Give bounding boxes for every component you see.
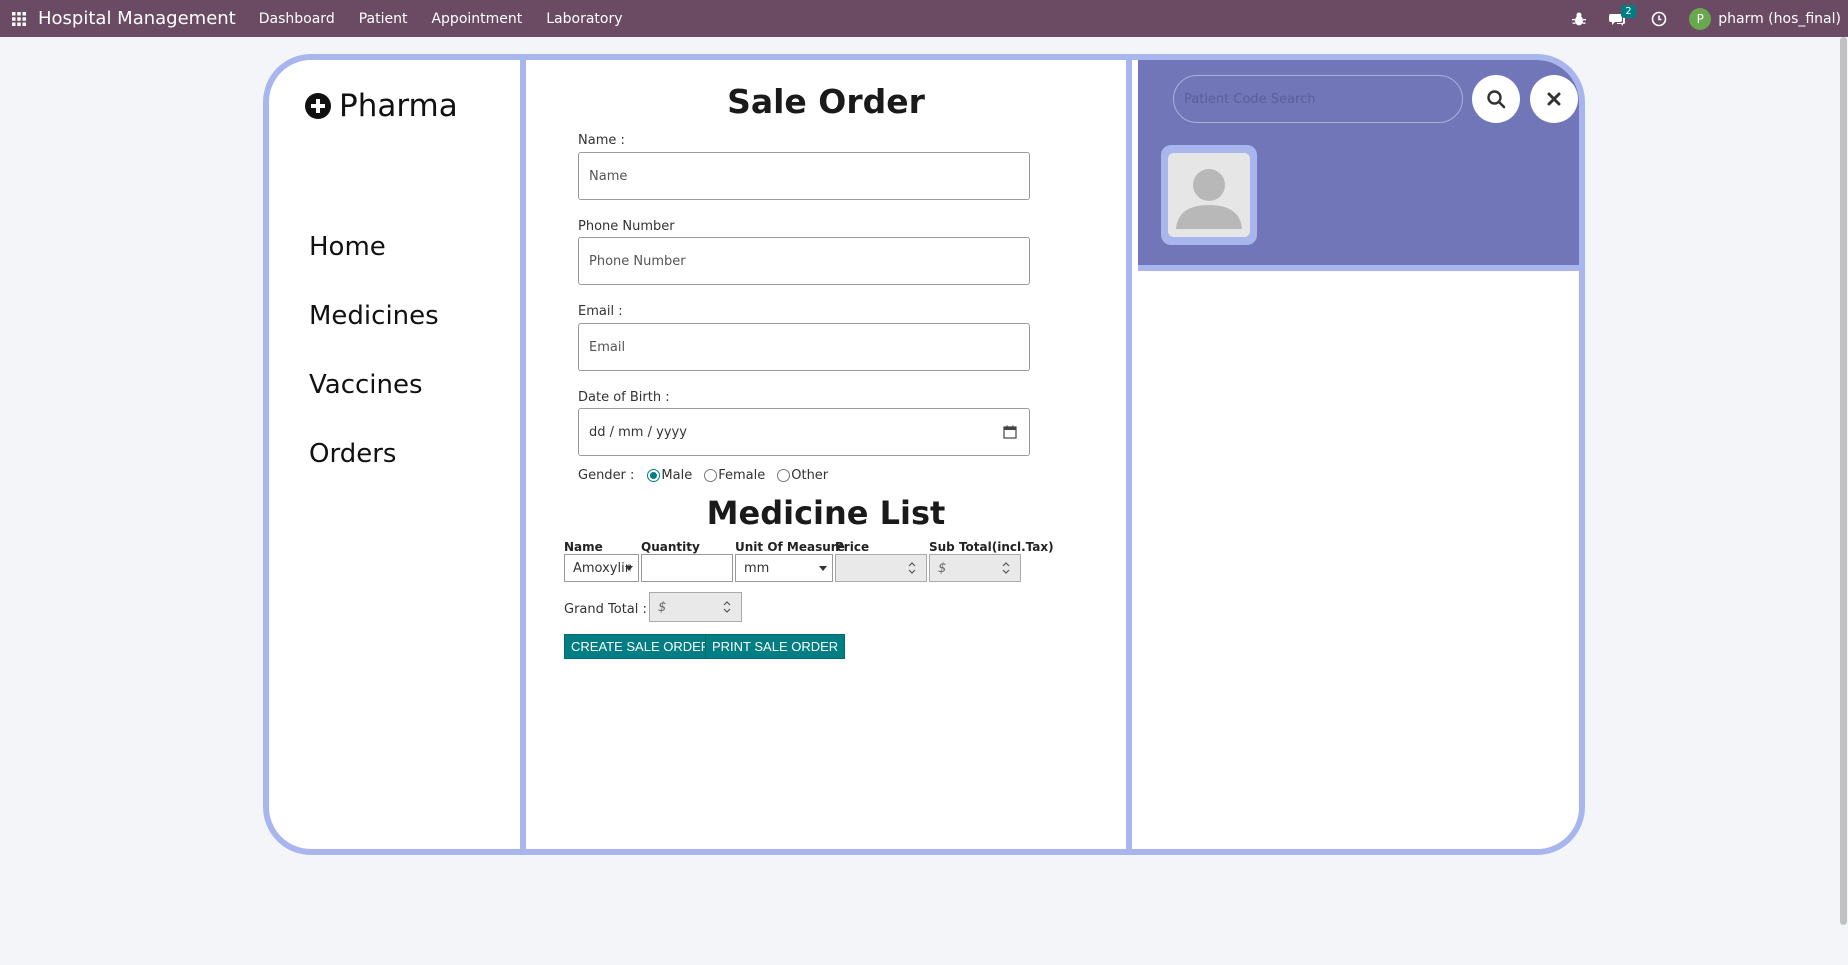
- phone-field[interactable]: Phone Number: [578, 237, 1030, 285]
- sidebar-item-home[interactable]: Home: [309, 232, 439, 263]
- clock-icon[interactable]: [1651, 11, 1667, 27]
- apps-grid-icon[interactable]: [0, 0, 37, 37]
- spinner-icon: [723, 601, 731, 613]
- sale-order-form: Sale Order Name : Name Phone Number Phon…: [526, 60, 1132, 849]
- patient-search-area: Patient Code Search: [1138, 60, 1579, 271]
- gender-option-male[interactable]: Male: [647, 468, 692, 483]
- col-name: Name: [564, 540, 603, 554]
- gender-row: Gender : Male Female Other: [578, 468, 840, 483]
- uom-value: mm: [744, 560, 770, 576]
- other-label: Other: [791, 468, 829, 483]
- uom-select[interactable]: mm: [735, 554, 833, 582]
- female-label: Female: [718, 468, 766, 483]
- app-brand[interactable]: Hospital Management: [38, 8, 236, 29]
- menu-patient[interactable]: Patient: [359, 11, 408, 27]
- col-subtotal: Sub Total(incl.Tax): [929, 540, 1054, 554]
- patient-panel: Patient Code Search: [1138, 60, 1579, 849]
- search-placeholder: Patient Code Search: [1184, 91, 1316, 107]
- bug-icon[interactable]: [1571, 11, 1587, 27]
- clear-button[interactable]: [1530, 75, 1578, 123]
- logo-text: Pharma: [339, 88, 458, 124]
- grand-total-input: $: [649, 592, 742, 622]
- sidebar-item-vaccines[interactable]: Vaccines: [309, 370, 439, 401]
- email-field[interactable]: Email: [578, 323, 1030, 371]
- patient-photo-frame: [1161, 145, 1257, 245]
- medicine-list-title: Medicine List: [706, 494, 946, 532]
- pharma-logo[interactable]: Pharma: [305, 88, 458, 124]
- gender-label: Gender :: [578, 468, 635, 483]
- subtotal-input: $: [929, 554, 1021, 582]
- user-name[interactable]: pharm (hos_final): [1718, 11, 1841, 27]
- print-sale-order-button[interactable]: PRINT SALE ORDER: [705, 634, 846, 659]
- patient-code-search-input[interactable]: Patient Code Search: [1173, 75, 1463, 123]
- phone-label: Phone Number: [578, 219, 675, 234]
- menu-laboratory[interactable]: Laboratory: [546, 11, 622, 27]
- quantity-input[interactable]: [641, 554, 733, 582]
- phone-placeholder: Phone Number: [589, 253, 686, 269]
- name-field[interactable]: Name: [578, 152, 1030, 200]
- top-navbar: Hospital Management Dashboard Patient Ap…: [0, 0, 1848, 37]
- col-price: Price: [835, 540, 870, 554]
- plus-circle-icon: [305, 93, 331, 119]
- dob-label: Date of Birth :: [578, 390, 670, 405]
- grand-total-label: Grand Total :: [564, 602, 647, 617]
- dob-field[interactable]: dd / mm / yyyy: [578, 408, 1030, 456]
- spinner-icon: [1002, 562, 1010, 574]
- female-radio[interactable]: [704, 469, 718, 482]
- create-sale-order-button[interactable]: CREATE SALE ORDER: [564, 634, 718, 659]
- gender-option-other[interactable]: Other: [777, 468, 828, 483]
- search-button[interactable]: [1472, 75, 1520, 123]
- male-label: Male: [661, 468, 693, 483]
- male-radio[interactable]: [647, 469, 661, 482]
- side-nav: Home Medicines Vaccines Orders: [309, 232, 439, 508]
- name-label: Name :: [578, 133, 625, 148]
- calendar-icon[interactable]: [1003, 425, 1017, 439]
- avatar-placeholder-icon: [1168, 153, 1250, 237]
- gender-option-female[interactable]: Female: [704, 468, 765, 483]
- pharma-frame: Pharma Home Medicines Vaccines Orders Sa…: [263, 54, 1585, 855]
- chevron-down-icon: [625, 566, 633, 571]
- subtotal-placeholder: $: [938, 560, 947, 576]
- other-radio[interactable]: [777, 469, 791, 482]
- sidebar-item-orders[interactable]: Orders: [309, 439, 439, 470]
- col-quantity: Quantity: [641, 540, 700, 554]
- email-label: Email :: [578, 304, 623, 319]
- email-placeholder: Email: [589, 339, 626, 355]
- close-icon: [1547, 92, 1561, 106]
- col-uom: Unit Of Measure: [735, 540, 845, 554]
- user-avatar[interactable]: P: [1689, 7, 1712, 30]
- dob-placeholder: dd / mm / yyyy: [589, 424, 687, 440]
- sidebar-item-medicines[interactable]: Medicines: [309, 301, 439, 332]
- page-title: Sale Order: [727, 82, 925, 121]
- menu-appointment[interactable]: Appointment: [431, 11, 522, 27]
- scrollbar-thumb[interactable]: [1840, 37, 1847, 925]
- search-icon: [1487, 90, 1506, 109]
- spinner-icon: [908, 562, 916, 574]
- price-input: [835, 554, 927, 582]
- chat-icon[interactable]: 2: [1609, 4, 1636, 27]
- name-placeholder: Name: [589, 168, 628, 184]
- medicine-name-value: Amoxylin: [573, 560, 631, 576]
- medicine-name-select[interactable]: Amoxylin: [564, 554, 639, 582]
- chevron-down-icon: [819, 566, 827, 571]
- chat-badge: 2: [1621, 4, 1636, 18]
- menu-dashboard[interactable]: Dashboard: [259, 11, 335, 27]
- grand-total-placeholder: $: [658, 599, 667, 615]
- sidebar: Pharma Home Medicines Vaccines Orders: [269, 60, 526, 849]
